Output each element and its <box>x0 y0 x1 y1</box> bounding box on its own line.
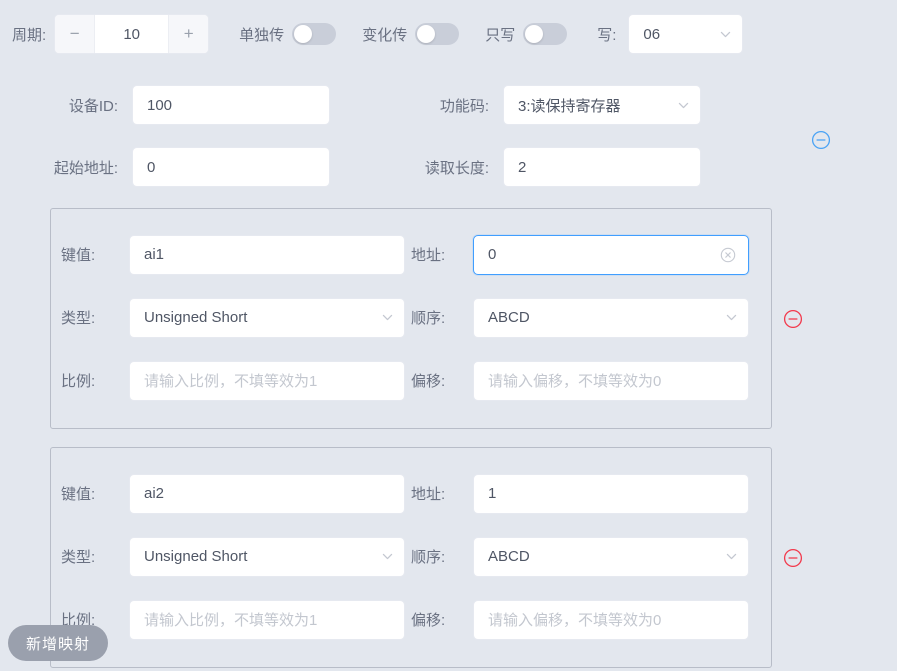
write-only-label: 只写 <box>485 26 516 44</box>
toggle-knob <box>294 25 313 43</box>
address-value: 0 <box>488 246 497 263</box>
mapping-card: 键值: ai1 地址: 0 类型: Unsigned Short 顺序: ABC… <box>50 208 803 429</box>
chevron-down-icon <box>677 99 690 112</box>
type-label: 类型: <box>61 549 96 566</box>
mapping-card-list: 键值: ai1 地址: 0 类型: Unsigned Short 顺序: ABC… <box>0 208 897 668</box>
offset-label: 偏移: <box>411 612 446 629</box>
scale-input[interactable]: 请输入比例，不填等效为1 <box>129 360 405 401</box>
read-length-input[interactable]: 2 <box>503 147 701 187</box>
write-code-select[interactable]: 06 <box>628 14 744 54</box>
card-row-scale-offset: 比例: 请输入比例，不填等效为1 偏移: 请输入偏移，不填等效为0 <box>51 349 771 412</box>
device-id-input[interactable]: 100 <box>132 85 330 125</box>
form-row-address: 起始地址: 0 读取长度: 2 <box>0 136 897 198</box>
remove-mapping-button[interactable] <box>783 548 803 568</box>
add-mapping-button[interactable]: 新增映射 <box>8 625 109 661</box>
chevron-down-icon <box>725 550 738 563</box>
read-length-label: 读取长度: <box>424 159 489 177</box>
scale-placeholder: 请输入比例，不填等效为1 <box>144 612 318 629</box>
type-select[interactable]: Unsigned Short <box>129 536 405 577</box>
key-input[interactable]: ai1 <box>129 234 405 275</box>
period-stepper[interactable]: − 10 + <box>54 14 210 54</box>
card-row-type-order: 类型: Unsigned Short 顺序: ABCD <box>51 286 771 349</box>
chevron-down-icon <box>725 311 738 324</box>
top-toolbar: 周期: − 10 + 单独传 变化传 只写 写: 06 <box>0 0 897 68</box>
start-address-input[interactable]: 0 <box>132 147 330 187</box>
function-code-label: 功能码: <box>439 97 489 115</box>
start-address-value: 0 <box>147 158 156 176</box>
single-transmit-label: 单独传 <box>239 26 285 44</box>
device-id-value: 100 <box>147 96 173 114</box>
order-label: 顺序: <box>411 310 446 327</box>
type-label: 类型: <box>61 310 96 327</box>
read-length-value: 2 <box>518 158 527 176</box>
scale-placeholder: 请输入比例，不填等效为1 <box>144 373 318 390</box>
key-label: 键值: <box>61 486 96 503</box>
offset-input[interactable]: 请输入偏移，不填等效为0 <box>473 360 749 401</box>
change-transmit-label: 变化传 <box>362 26 408 44</box>
remove-mapping-button[interactable] <box>783 309 803 329</box>
single-transmit-toggle[interactable] <box>292 23 337 45</box>
card-row-scale-offset: 比例: 请输入比例，不填等效为1 偏移: 请输入偏移，不填等效为0 <box>51 588 771 651</box>
address-label: 地址: <box>411 486 446 503</box>
order-label: 顺序: <box>411 549 446 566</box>
period-input[interactable]: 10 <box>95 15 169 53</box>
scale-label: 比例: <box>61 373 96 390</box>
card-row-type-order: 类型: Unsigned Short 顺序: ABCD <box>51 525 771 588</box>
toggle-knob <box>417 25 436 43</box>
type-value: Unsigned Short <box>144 309 248 326</box>
order-value: ABCD <box>488 548 530 565</box>
function-code-value: 3:读保持寄存器 <box>518 97 621 115</box>
start-address-label: 起始地址: <box>53 159 118 177</box>
type-value: Unsigned Short <box>144 548 248 565</box>
write-only-toggle[interactable] <box>523 23 568 45</box>
mapping-card: 键值: ai2 地址: 1 类型: Unsigned Short 顺序: ABC… <box>50 447 803 668</box>
device-id-label: 设备ID: <box>68 97 118 115</box>
plus-icon[interactable]: + <box>168 15 209 53</box>
address-input[interactable]: 0 <box>473 234 749 275</box>
address-input[interactable]: 1 <box>473 473 749 514</box>
minus-icon[interactable]: − <box>55 15 96 53</box>
card-row-key-address: 键值: ai2 地址: 1 <box>51 462 771 525</box>
circle-close-icon[interactable] <box>720 247 736 263</box>
register-group-form: 设备ID: 100 功能码: 3:读保持寄存器 起始地址: 0 读取长度: 2 <box>0 68 897 208</box>
toggle-knob <box>525 25 544 43</box>
period-label: 周期: <box>12 26 47 44</box>
key-value: ai2 <box>144 485 165 502</box>
offset-input[interactable]: 请输入偏移，不填等效为0 <box>473 599 749 640</box>
type-select[interactable]: Unsigned Short <box>129 297 405 338</box>
order-select[interactable]: ABCD <box>473 297 749 338</box>
form-row-device: 设备ID: 100 功能码: 3:读保持寄存器 <box>0 74 897 136</box>
remove-register-group-button[interactable] <box>811 130 831 150</box>
scale-input[interactable]: 请输入比例，不填等效为1 <box>129 599 405 640</box>
offset-placeholder: 请输入偏移，不填等效为0 <box>488 373 662 390</box>
chevron-down-icon <box>381 311 394 324</box>
key-input[interactable]: ai2 <box>129 473 405 514</box>
address-value: 1 <box>488 485 497 502</box>
chevron-down-icon <box>719 28 732 41</box>
key-label: 键值: <box>61 247 96 264</box>
change-transmit-toggle[interactable] <box>415 23 460 45</box>
write-label: 写: <box>597 26 617 44</box>
order-select[interactable]: ABCD <box>473 536 749 577</box>
card-row-key-address: 键值: ai1 地址: 0 <box>51 223 771 286</box>
function-code-select[interactable]: 3:读保持寄存器 <box>503 85 701 125</box>
chevron-down-icon <box>381 550 394 563</box>
key-value: ai1 <box>144 246 165 263</box>
offset-label: 偏移: <box>411 373 446 390</box>
offset-placeholder: 请输入偏移，不填等效为0 <box>488 612 662 629</box>
address-label: 地址: <box>411 247 446 264</box>
footer-bar: 新增映射 <box>8 625 109 661</box>
order-value: ABCD <box>488 309 530 326</box>
write-code-value: 06 <box>643 25 661 43</box>
